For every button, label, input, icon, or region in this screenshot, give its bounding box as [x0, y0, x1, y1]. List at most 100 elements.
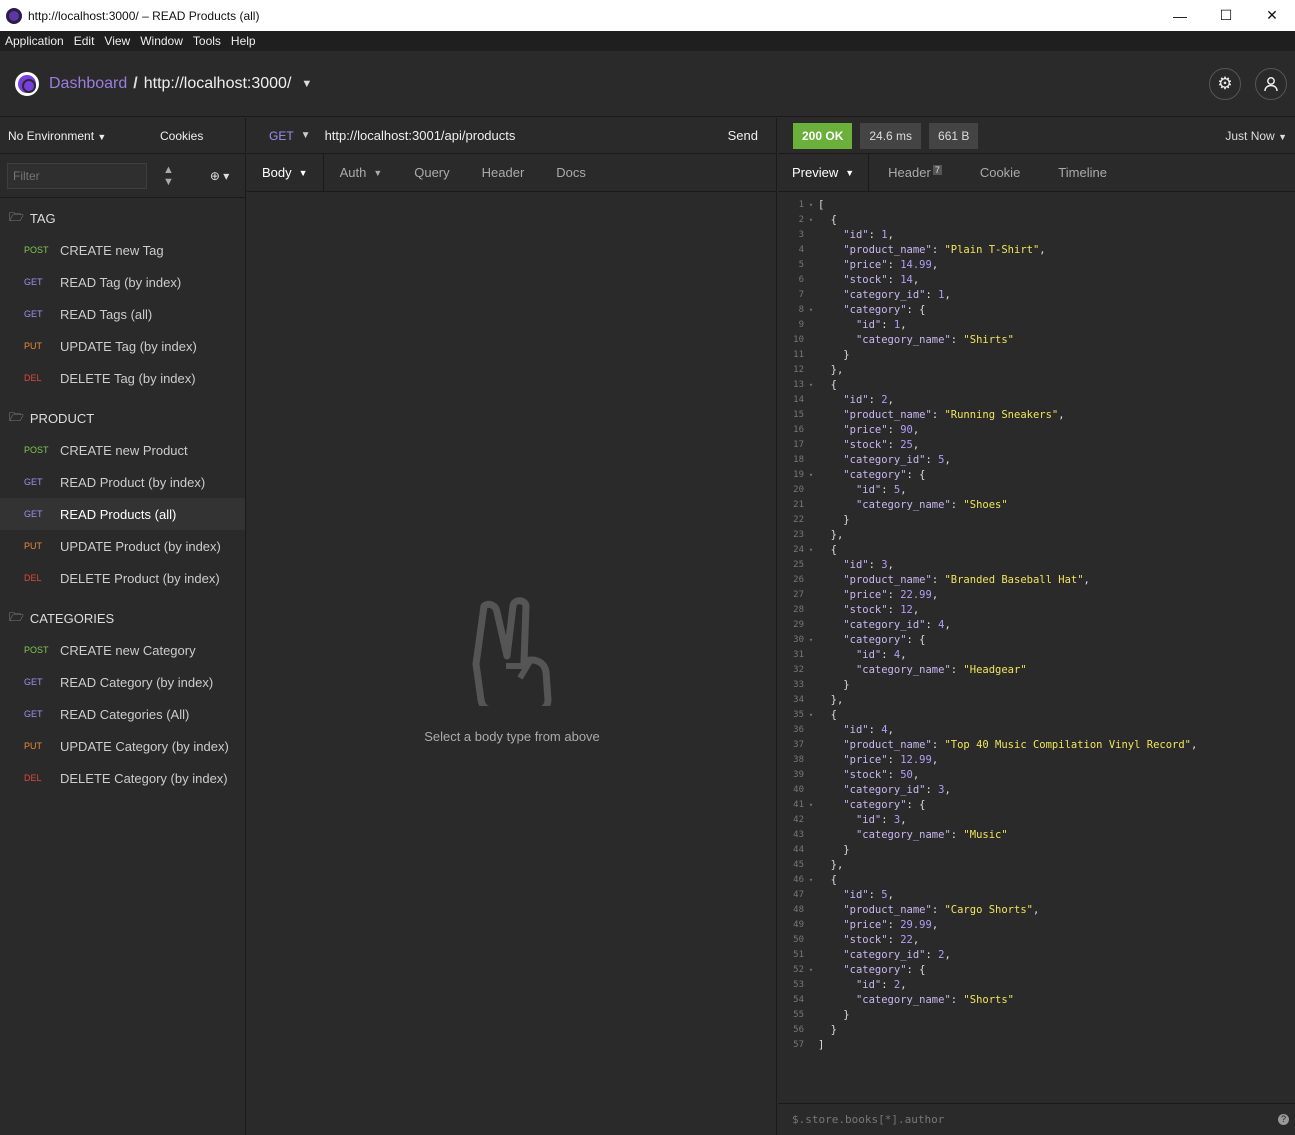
- menu-help[interactable]: Help: [226, 34, 261, 48]
- sidebar-request-item[interactable]: PUT UPDATE Product (by index): [0, 530, 245, 562]
- menu-tools[interactable]: Tools: [188, 34, 226, 48]
- json-token: "id": [855, 649, 882, 661]
- fold-arrow-icon[interactable]: ▾: [804, 633, 818, 648]
- code-line: 25 "id": 3,: [778, 558, 1295, 573]
- settings-button[interactable]: ⚙: [1209, 68, 1241, 100]
- json-token: :: [881, 649, 894, 661]
- tab-body-label: Body: [262, 165, 292, 180]
- fold-arrow-icon[interactable]: ▾: [804, 468, 818, 483]
- json-token: :: [925, 949, 939, 961]
- json-token: 90: [900, 424, 913, 436]
- sidebar-request-item[interactable]: GET READ Tags (all): [0, 298, 245, 330]
- json-token: :: [887, 274, 901, 286]
- line-number: 41: [793, 800, 804, 810]
- workspace-name[interactable]: http://localhost:3000/: [144, 75, 292, 93]
- sidebar-request-item[interactable]: PUT UPDATE Category (by index): [0, 730, 245, 762]
- fold-arrow-icon[interactable]: ▾: [804, 213, 818, 228]
- fold-gutter: [804, 1008, 818, 1023]
- chevron-down-icon[interactable]: ▼: [301, 130, 311, 141]
- json-token: 22: [900, 934, 913, 946]
- fold-gutter: [804, 558, 818, 573]
- fold-arrow-icon[interactable]: ▾: [804, 198, 818, 213]
- account-button[interactable]: [1255, 68, 1287, 100]
- request-label: READ Categories (All): [60, 706, 190, 722]
- code-line: 33 }: [778, 678, 1295, 693]
- tab-response-header[interactable]: Header 7: [869, 154, 961, 191]
- fold-arrow-icon[interactable]: ▾: [804, 798, 818, 813]
- json-token: ,: [900, 319, 907, 331]
- folder-2[interactable]: 🗁 CATEGORIES: [0, 602, 245, 634]
- workspace-dropdown-icon[interactable]: ▼: [301, 78, 312, 90]
- sidebar-request-item[interactable]: DEL DELETE Category (by index): [0, 762, 245, 794]
- json-token: :: [887, 934, 901, 946]
- menu-edit[interactable]: Edit: [69, 34, 100, 48]
- method-select[interactable]: GET: [269, 129, 294, 143]
- line-number: 57: [793, 1040, 804, 1050]
- json-filter-input[interactable]: $.store.books[*].author: [778, 1103, 1295, 1135]
- response-tabs: Preview ▼ Header 7 Cookie Timeline: [778, 154, 1295, 192]
- help-icon[interactable]: ?: [1278, 1114, 1289, 1125]
- send-button[interactable]: Send: [728, 128, 758, 143]
- environment-select[interactable]: No Environment ▼: [8, 129, 158, 143]
- response-json-viewer[interactable]: 1 ▾[2 ▾ {3 "id": 1,4 "product_name": "Plai…: [778, 198, 1295, 1053]
- json-token: 14.99: [900, 259, 932, 271]
- folder-0[interactable]: 🗁 TAG: [0, 202, 245, 234]
- tab-preview[interactable]: Preview ▼: [778, 154, 870, 191]
- sidebar-request-item[interactable]: DEL DELETE Tag (by index): [0, 362, 245, 394]
- minimize-button[interactable]: —: [1157, 0, 1203, 31]
- code-line: 10 "category_name": "Shirts": [778, 333, 1295, 348]
- fold-arrow-icon[interactable]: ▾: [804, 543, 818, 558]
- folder-name: CATEGORIES: [29, 610, 115, 626]
- tab-query[interactable]: Query: [398, 154, 465, 191]
- tab-header[interactable]: Header: [466, 154, 541, 191]
- tab-timeline[interactable]: Timeline: [1039, 154, 1126, 191]
- json-token: ,: [931, 589, 939, 601]
- sidebar-request-item[interactable]: GET READ Products (all): [0, 498, 245, 530]
- code-line: 39 "stock": 50,: [778, 768, 1295, 783]
- sidebar-request-item[interactable]: GET READ Tag (by index): [0, 266, 245, 298]
- line-number: 32: [793, 665, 804, 675]
- line-number: 29: [793, 620, 804, 630]
- close-button[interactable]: ✕: [1249, 0, 1295, 31]
- fold-arrow-icon[interactable]: ▾: [804, 963, 818, 978]
- menu-application[interactable]: Application: [0, 34, 69, 48]
- menu-view[interactable]: View: [99, 34, 135, 48]
- fold-arrow-icon[interactable]: ▾: [804, 708, 818, 723]
- sidebar-request-item[interactable]: GET READ Category (by index): [0, 666, 245, 698]
- json-token: "product_name": [843, 904, 932, 916]
- fold-gutter: [804, 933, 818, 948]
- line-number: 8: [798, 305, 804, 315]
- fold-arrow-icon[interactable]: ▾: [804, 378, 818, 393]
- sidebar-request-item[interactable]: POST CREATE new Product: [0, 434, 245, 466]
- add-dropdown-icon[interactable]: ⊕ ▾: [210, 169, 229, 183]
- url-input[interactable]: http://localhost:3001/api/products: [325, 128, 516, 143]
- tab-docs[interactable]: Docs: [540, 154, 602, 191]
- cookies-button[interactable]: Cookies: [160, 129, 203, 143]
- folder-1[interactable]: 🗁 PRODUCT: [0, 402, 245, 434]
- code-line: 40 "category_id": 3,: [778, 783, 1295, 798]
- tab-body[interactable]: Body ▼: [247, 154, 324, 191]
- fold-gutter: [804, 618, 818, 633]
- sidebar-request-item[interactable]: POST CREATE new Tag: [0, 234, 245, 266]
- fold-arrow-icon[interactable]: ▾: [804, 303, 818, 318]
- menu-window[interactable]: Window: [135, 34, 188, 48]
- folder-name: PRODUCT: [29, 410, 95, 426]
- tab-cookie[interactable]: Cookie: [961, 154, 1039, 191]
- dashboard-link[interactable]: Dashboard: [49, 75, 127, 93]
- sidebar-request-item[interactable]: DEL DELETE Product (by index): [0, 562, 245, 594]
- fold-gutter: [804, 573, 818, 588]
- filter-input[interactable]: [7, 162, 147, 189]
- fold-gutter: [804, 903, 818, 918]
- sidebar-request-item[interactable]: GET READ Product (by index): [0, 466, 245, 498]
- fold-arrow-icon[interactable]: ▾: [804, 873, 818, 888]
- json-token: {: [830, 544, 837, 556]
- sidebar-request-item[interactable]: PUT UPDATE Tag (by index): [0, 330, 245, 362]
- tab-auth[interactable]: Auth ▼: [324, 154, 399, 191]
- sort-icon[interactable]: ▲ ▼: [163, 164, 174, 188]
- json-token: 29.99: [900, 919, 932, 931]
- history-dropdown[interactable]: Just Now ▼: [1225, 129, 1287, 143]
- maximize-button[interactable]: ☐: [1203, 0, 1249, 31]
- sidebar-request-item[interactable]: GET READ Categories (All): [0, 698, 245, 730]
- code-line: 38 "price": 12.99,: [778, 753, 1295, 768]
- sidebar-request-item[interactable]: POST CREATE new Category: [0, 634, 245, 666]
